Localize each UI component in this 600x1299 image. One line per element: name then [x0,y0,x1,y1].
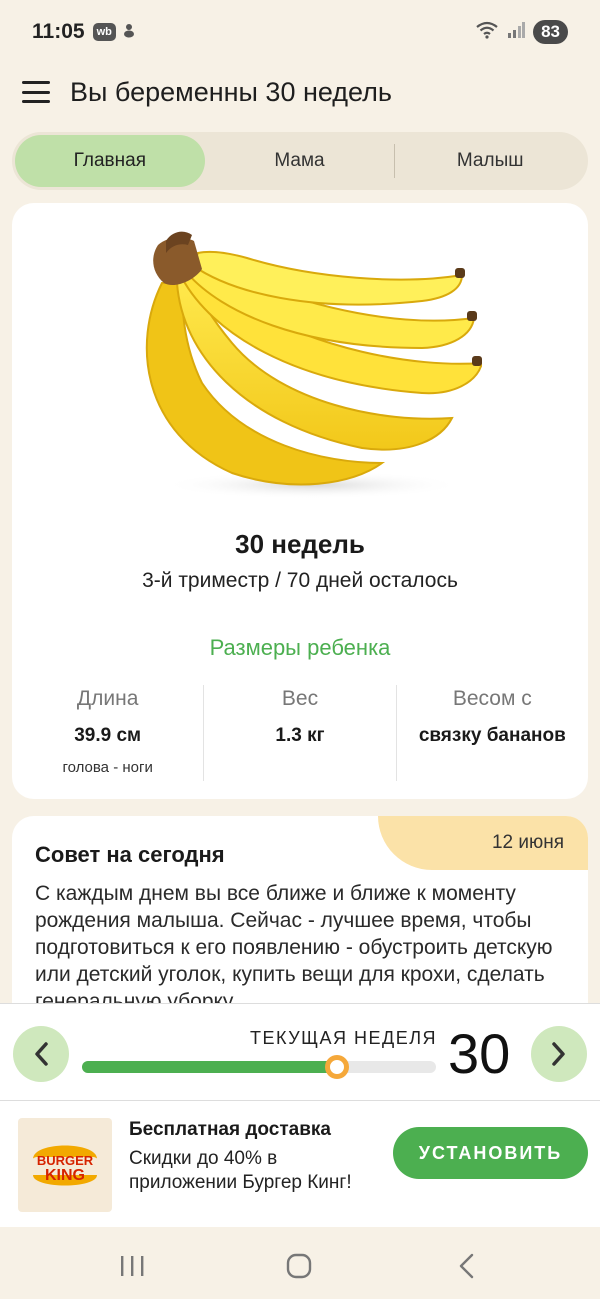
recent-apps-icon[interactable] [117,1253,147,1279]
chevron-right-icon [552,1042,565,1066]
brand-line1: BURGER [37,1153,94,1168]
week-card: 30 недель 3-й триместр / 70 дней осталос… [12,203,588,799]
back-icon[interactable] [452,1253,482,1279]
status-bar: 11:05 wb 83 [0,0,600,64]
baby-stats: Длина 39.9 см голова - ноги Вес 1.3 кг В… [12,685,588,781]
week-title: 30 недель [235,529,365,559]
home-icon[interactable] [284,1253,314,1279]
current-week-number: 30 [448,1022,511,1085]
tip-card[interactable]: 12 июня Совет на сегодня С каждым днем в… [12,816,588,1016]
current-week-label: ТЕКУЩАЯ НЕДЕЛЯ [250,1028,438,1048]
progress-knob[interactable] [324,1055,349,1079]
next-week-button[interactable] [531,1026,587,1082]
brand-line2: KING [45,1167,85,1184]
previous-week-button[interactable] [13,1026,69,1082]
system-navigation [0,1227,600,1299]
chevron-left-icon [35,1042,48,1066]
status-time: 11:05 [32,20,85,43]
stat-value: 1.3 кг [275,725,325,746]
ad-banner[interactable]: BURGER KING Бесплатная доставка Скидки д… [0,1101,600,1227]
week-progress-slider[interactable] [82,1055,436,1079]
trimester-info: 3-й триместр / 70 дней осталось [142,569,458,592]
signal-icon [507,21,526,43]
stat-length: Длина 39.9 см голова - ноги [12,685,203,781]
battery-indicator: 83 [533,20,568,44]
wifi-icon [475,21,499,44]
stat-value: 39.9 см [74,725,142,746]
stat-label: Длина [76,687,139,710]
stat-value: связку бананов [418,725,566,746]
stat-label: Весом с [452,687,532,710]
section-tabs: Главная Мама Малыш [12,132,588,190]
tip-title: Совет на сегодня [35,842,225,867]
banana-illustration [122,223,484,503]
burger-king-logo: BURGER KING [18,1118,112,1212]
install-button[interactable]: УСТАНОВИТЬ [393,1127,588,1179]
tab-main[interactable]: Главная [15,135,205,187]
tip-date: 12 июня [378,816,588,870]
menu-icon[interactable] [22,81,50,103]
app-header: Вы беременны 30 недель [0,64,600,120]
progress-fill [82,1061,337,1073]
stat-label: Вес [281,687,319,710]
notification-icon [122,22,136,43]
tab-mama[interactable]: Мама [205,135,395,187]
tab-baby[interactable]: Малыш [395,135,585,187]
stat-comparison: Весом с связку бананов [395,685,588,781]
wb-app-icon: wb [92,23,116,41]
stat-weight: Вес 1.3 кг [203,685,395,781]
stat-note: голова - ноги [62,759,153,776]
baby-sizes-title: Размеры ребенка [209,635,391,660]
ad-text: Скидки до 40% в приложении Бургер Кинг! [129,1148,352,1193]
page-title: Вы беременны 30 недель [70,76,392,107]
tip-text: С каждым днем вы все ближе и ближе к мом… [35,882,553,1013]
ad-title: Бесплатная доставка [129,1119,331,1140]
week-selector: ТЕКУЩАЯ НЕДЕЛЯ 30 [0,1003,600,1101]
